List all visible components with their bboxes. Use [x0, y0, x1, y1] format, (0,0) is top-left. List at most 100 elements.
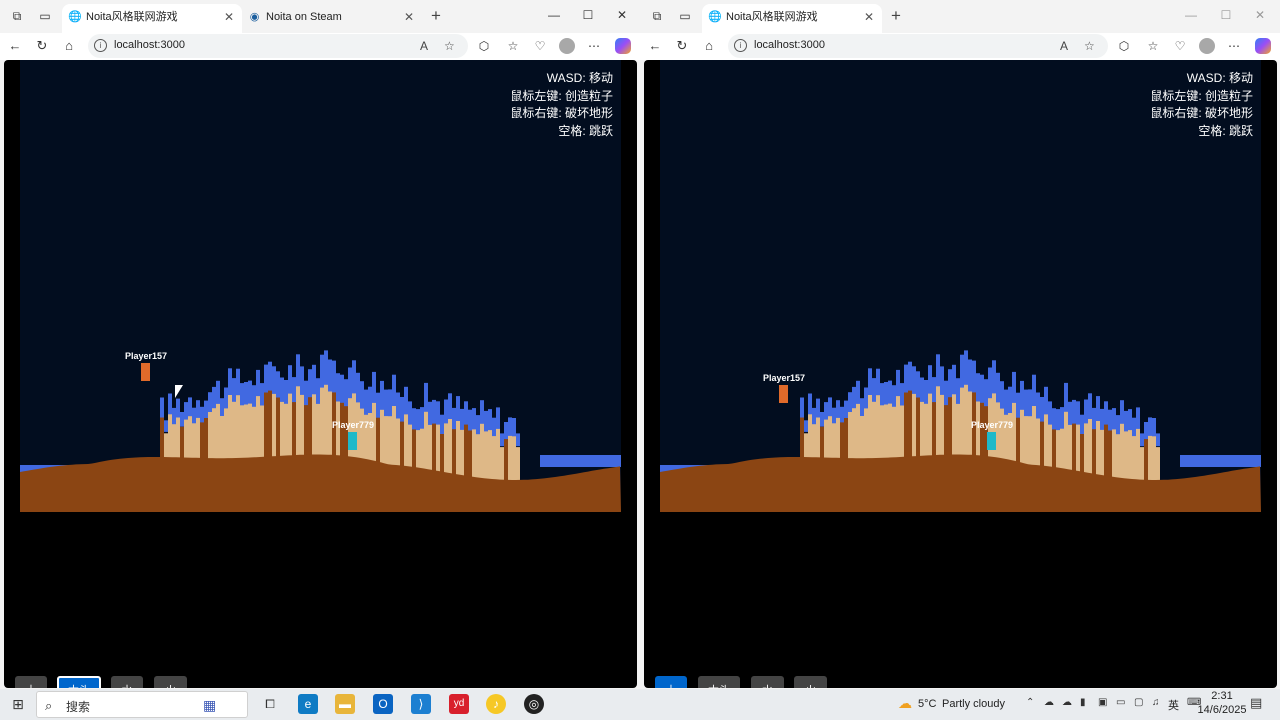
close-window-button[interactable]: ✕	[612, 6, 632, 24]
sand-column	[1124, 431, 1128, 485]
tab-actions-icon[interactable]: ▭	[678, 9, 692, 23]
sand-column	[844, 418, 848, 465]
cloud-icon[interactable]: ☁	[1062, 697, 1072, 708]
maximize-button[interactable]: ☐	[578, 6, 598, 24]
material-button-fire[interactable]: 火	[794, 676, 827, 688]
tab-actions-icon[interactable]: ▭	[38, 9, 52, 23]
edge-browser-icon[interactable]: e	[298, 694, 318, 714]
game-canvas[interactable]: WASD: 移动 鼠标左键: 创造粒子 鼠标右键: 破坏地形 空格: 跳跃 Pl…	[660, 60, 1261, 512]
profile-avatar[interactable]	[559, 38, 575, 54]
material-button-water[interactable]: 水	[751, 676, 784, 688]
ime-indicator[interactable]: 英	[1168, 697, 1179, 713]
back-icon[interactable]: ←	[7, 38, 23, 54]
back-icon[interactable]: ←	[647, 38, 663, 54]
extensions-icon[interactable]: ⬡	[476, 38, 492, 54]
favorite-star-icon[interactable]: ☆	[444, 39, 455, 53]
close-tab-icon[interactable]: ✕	[404, 4, 414, 31]
chrome-dev-icon[interactable]: ◎	[524, 694, 544, 714]
volume-icon[interactable]: ♫	[1152, 697, 1160, 708]
maximize-button[interactable]: ☐	[1216, 6, 1236, 24]
weather-icon[interactable]: ☁	[898, 695, 912, 712]
sand-column	[848, 412, 852, 465]
address-bar[interactable]: i localhost:3000 A ☆	[728, 34, 1108, 58]
water-column	[508, 417, 512, 439]
material-button-fire[interactable]: 火	[154, 676, 187, 688]
water-column	[184, 402, 188, 422]
workspaces-icon[interactable]: ⧉	[10, 9, 24, 23]
profile-avatar[interactable]	[1199, 38, 1215, 54]
favorites-icon[interactable]: ☆	[1145, 38, 1161, 54]
water-column	[512, 418, 516, 439]
help-line: 空格: 跳跃	[1198, 123, 1253, 138]
start-windows-icon[interactable]: ⊞	[8, 694, 28, 714]
onedrive-icon[interactable]: ☁	[1044, 697, 1054, 708]
clock-time[interactable]: 2:31	[1202, 690, 1242, 702]
battery-icon[interactable]: ▭	[1116, 697, 1125, 708]
more-menu-icon[interactable]: ⋯	[1226, 38, 1242, 54]
notifications-icon[interactable]: ▤	[1250, 695, 1262, 711]
outlook-icon[interactable]: O	[373, 694, 393, 714]
favorites-icon[interactable]: ☆	[505, 38, 521, 54]
address-bar[interactable]: i localhost:3000 A ☆	[88, 34, 468, 58]
file-explorer-icon[interactable]: ▬	[335, 694, 355, 714]
taskbar-search[interactable]: ⌕ 搜索 ▦	[36, 691, 248, 718]
sand-column	[1144, 439, 1148, 485]
favorite-star-icon[interactable]: ☆	[1084, 39, 1095, 53]
weather-temp[interactable]: 5°C	[918, 698, 936, 710]
tab-noita-game[interactable]: 🌐 Noita风格联网游戏 ✕	[702, 4, 882, 33]
network-icon[interactable]: ▣	[1098, 697, 1107, 708]
sand-column	[480, 423, 484, 485]
weather-text[interactable]: Partly cloudy	[942, 698, 1005, 710]
sand-column	[868, 395, 872, 464]
new-tab-button[interactable]: +	[427, 7, 445, 25]
qq-music-icon[interactable]: ♪	[486, 694, 506, 714]
browser-essentials-icon[interactable]: ♡	[532, 38, 548, 54]
material-button-wood[interactable]: 木头	[57, 676, 101, 688]
site-info-icon[interactable]: i	[94, 39, 107, 52]
site-info-icon[interactable]: i	[734, 39, 747, 52]
clock-date[interactable]: 14/6/2025	[1196, 704, 1248, 716]
sand-column	[496, 428, 500, 485]
tab-noita-steam[interactable]: ◉ Noita on Steam ✕	[242, 4, 422, 33]
close-window-button[interactable]: ✕	[1250, 6, 1270, 24]
material-button-dirt[interactable]: 土	[655, 676, 687, 688]
display-icon[interactable]: ▢	[1134, 697, 1143, 708]
copilot-icon[interactable]	[1255, 38, 1271, 54]
copilot-icon[interactable]	[615, 38, 631, 54]
sand-column	[908, 390, 912, 464]
close-tab-icon[interactable]: ✕	[864, 4, 874, 31]
minimize-button[interactable]: —	[544, 6, 564, 24]
water-column	[800, 397, 804, 421]
new-tab-button[interactable]: +	[887, 7, 905, 25]
youdao-icon[interactable]: yd	[449, 694, 469, 714]
workspaces-icon[interactable]: ⧉	[650, 9, 664, 23]
game-canvas[interactable]: WASD: 移动 鼠标左键: 创造粒子 鼠标右键: 破坏地形 空格: 跳跃 Pl…	[20, 60, 621, 512]
material-button-wood[interactable]: 木头	[698, 676, 740, 688]
read-aloud-icon[interactable]: A	[420, 39, 428, 53]
task-view-icon[interactable]: ⧠	[260, 694, 280, 714]
game-viewport: WASD: 移动 鼠标左键: 创造粒子 鼠标右键: 破坏地形 空格: 跳跃 Pl…	[644, 60, 1277, 688]
extensions-icon[interactable]: ⬡	[1116, 38, 1132, 54]
material-button-dirt[interactable]: 土	[15, 676, 47, 688]
material-button-water[interactable]: 水	[111, 676, 143, 688]
sand-column	[852, 408, 856, 464]
refresh-icon[interactable]: ↻	[674, 38, 690, 54]
browser-toolbar: ← ↻ ⌂ i localhost:3000 A ☆ ⬡ ☆ ♡ ⋯	[640, 33, 1280, 60]
browser-essentials-icon[interactable]: ♡	[1172, 38, 1188, 54]
sand-column	[1120, 423, 1124, 485]
player-name-label: Player779	[332, 420, 375, 430]
minimize-button[interactable]: —	[1181, 6, 1201, 24]
vscode-icon[interactable]: ⟩	[411, 694, 431, 714]
water-column	[1148, 417, 1152, 439]
home-icon[interactable]: ⌂	[701, 38, 717, 54]
usb-icon[interactable]: ▮	[1080, 697, 1086, 708]
game-viewport: WASD: 移动 鼠标左键: 创造粒子 鼠标右键: 破坏地形 空格: 跳跃 Pl…	[4, 60, 637, 688]
tab-noita-game[interactable]: 🌐 Noita风格联网游戏 ✕	[62, 4, 242, 33]
read-aloud-icon[interactable]: A	[1060, 39, 1068, 53]
show-hidden-icons-icon[interactable]: ⌃	[1026, 697, 1034, 708]
close-tab-icon[interactable]: ✕	[224, 4, 234, 31]
more-menu-icon[interactable]: ⋯	[586, 38, 602, 54]
home-icon[interactable]: ⌂	[61, 38, 77, 54]
sand-column	[208, 412, 212, 465]
refresh-icon[interactable]: ↻	[34, 38, 50, 54]
